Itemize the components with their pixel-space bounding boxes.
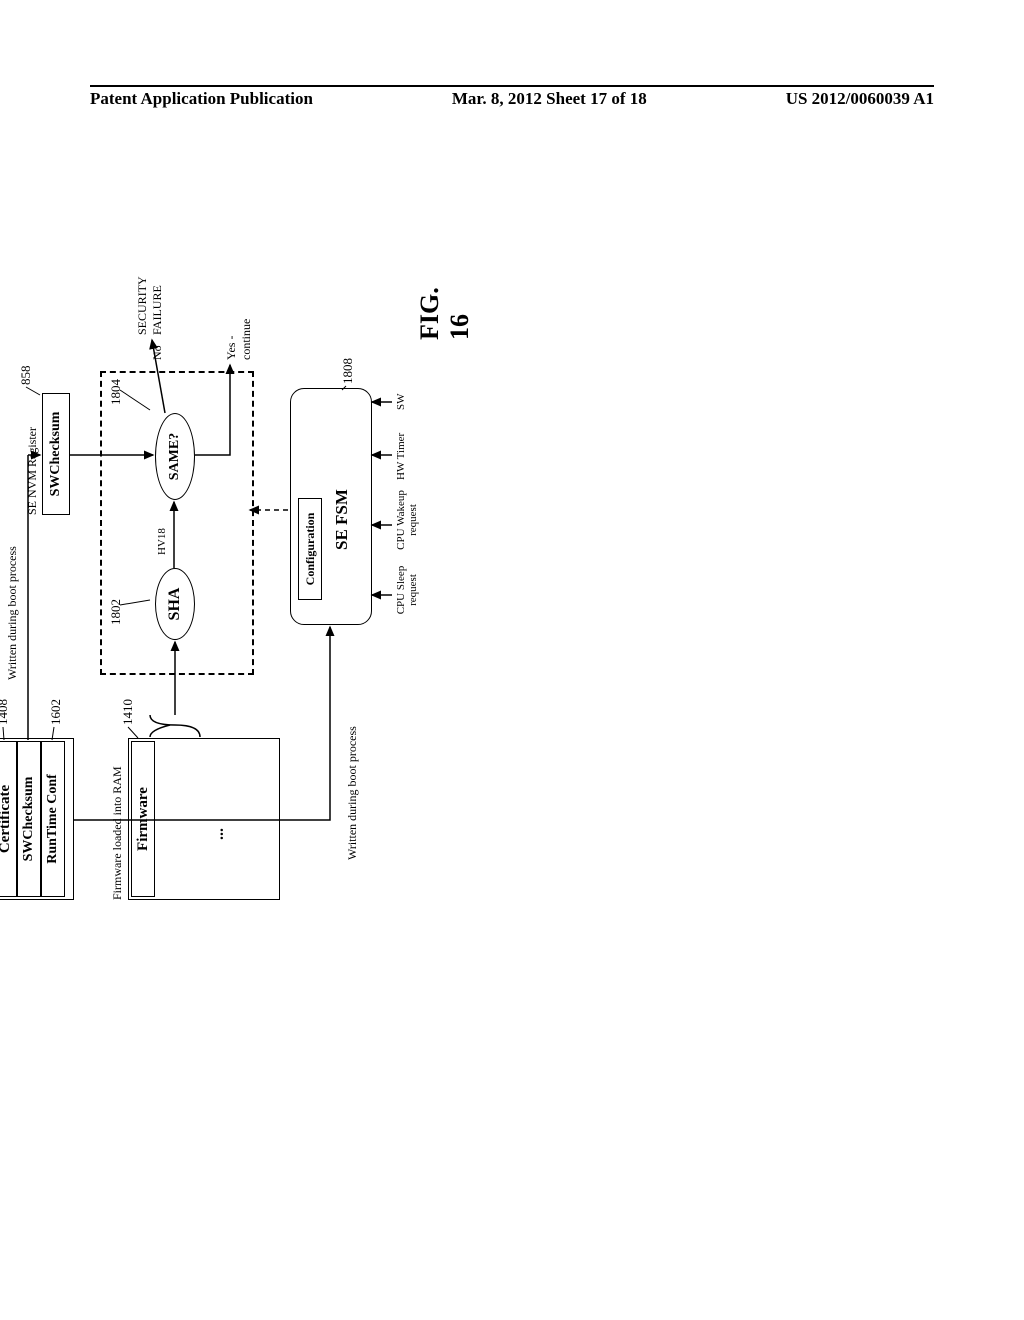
ref-1602: 1602: [48, 699, 64, 725]
se-fsm-label: SE FSM: [332, 489, 352, 550]
configuration-box: Configuration: [298, 498, 322, 600]
firmware-dots: ...: [210, 828, 228, 840]
ref-1804: 1804: [108, 379, 124, 405]
ref-1802: 1802: [108, 599, 124, 625]
figure-label: FIG. 16: [415, 287, 475, 340]
yes-continue-label: Yes - continue: [224, 319, 254, 360]
header-right: US 2012/0060039 A1: [786, 89, 934, 109]
sw-label: SW: [395, 394, 407, 411]
written-boot-top: Written during boot process: [5, 546, 20, 680]
header-left: Patent Application Publication: [90, 89, 313, 109]
fw-loaded-label: Firmware loaded into RAM: [110, 766, 125, 900]
hw-timer-label: HW Timer: [395, 433, 407, 480]
firmware-box: Firmware: [131, 741, 155, 897]
ref-1408: 1408: [0, 699, 11, 725]
security-failure-label: SECURITY FAILURE: [135, 277, 165, 335]
swchecksum-cert-box: SWChecksum: [17, 741, 41, 897]
certificate-box: Certificate: [0, 741, 17, 897]
ref-1808: 1808: [340, 358, 356, 384]
sha-oval: SHA: [155, 568, 195, 640]
cpu-wakeup-label: CPU Wakeup request: [395, 485, 419, 555]
same-oval: SAME?: [155, 413, 195, 500]
ref-858: 858: [18, 366, 34, 386]
hv18-label: HV18: [156, 528, 168, 555]
runtime-conf-box: RunTime Conf: [41, 741, 65, 897]
written-boot-left: Written during boot process: [345, 726, 360, 860]
diagram: Certificate SWChecksum RunTime Conf Cert…: [0, 420, 670, 900]
header-center: Mar. 8, 2012 Sheet 17 of 18: [452, 89, 647, 109]
swchecksum-reg-box: SWChecksum: [42, 393, 70, 515]
no-label: No: [150, 345, 165, 360]
se-nvm-register-label: SE NVM Register: [25, 427, 40, 515]
cpu-sleep-label: CPU Sleep request: [395, 560, 419, 620]
page-header: Patent Application Publication Mar. 8, 2…: [90, 85, 934, 109]
ref-1410: 1410: [120, 699, 136, 725]
